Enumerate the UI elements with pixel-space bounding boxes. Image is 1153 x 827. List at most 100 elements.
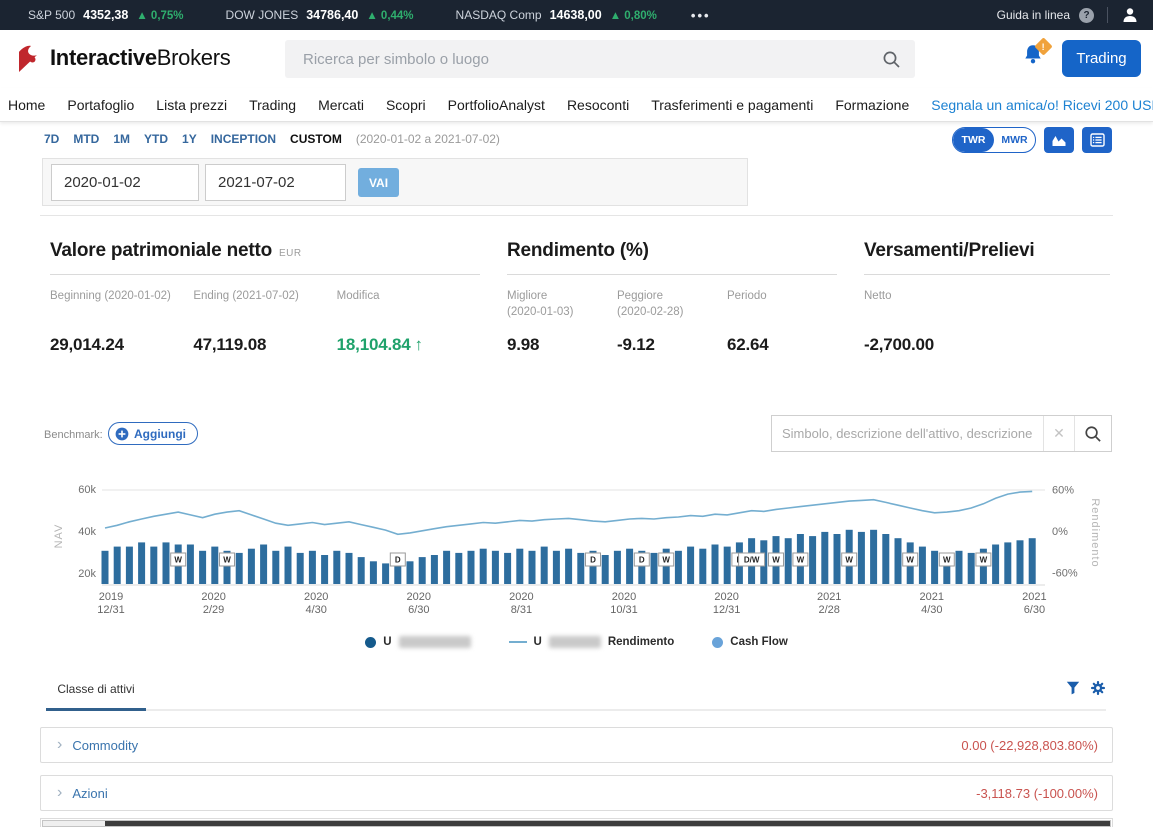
nav-bar bbox=[211, 547, 218, 584]
user-icon[interactable] bbox=[1121, 6, 1139, 24]
period-range-note: (2020-01-02 a 2021-07-02) bbox=[356, 132, 500, 146]
period-preset-7d[interactable]: 7D bbox=[44, 132, 59, 146]
summary-panel-valore-patrimoniale-netto: Valore patrimoniale nettoEURBeginning (2… bbox=[50, 240, 480, 355]
nav-item-home[interactable]: Home bbox=[8, 97, 45, 113]
nav-item-trasferimenti-e-pagamenti[interactable]: Trasferimenti e pagamenti bbox=[651, 97, 813, 113]
scrollbar-thumb[interactable] bbox=[105, 821, 1110, 826]
nav-item-scopri[interactable]: Scopri bbox=[386, 97, 426, 113]
nav-bar bbox=[870, 530, 877, 584]
period-custom-active[interactable]: CUSTOM bbox=[290, 132, 342, 146]
filter-icon[interactable] bbox=[1066, 681, 1080, 695]
go-button[interactable]: VAI bbox=[358, 168, 399, 197]
metric-label: Periodo bbox=[727, 289, 837, 321]
chevron-right-icon: › bbox=[57, 785, 62, 801]
ticker-item[interactable]: S&P 5004352,38▲ 0,75% bbox=[28, 8, 184, 22]
nav-bar bbox=[968, 553, 975, 584]
help-icon[interactable]: ? bbox=[1079, 8, 1094, 23]
horizontal-scrollbar[interactable] bbox=[42, 820, 1111, 827]
ticker-item[interactable]: DOW JONES34786,40▲ 0,44% bbox=[226, 8, 414, 22]
toggle-mwr[interactable]: MWR bbox=[994, 128, 1035, 152]
notifications-button[interactable]: ! bbox=[1022, 43, 1058, 75]
nav-bar bbox=[882, 534, 889, 584]
legend-item-cashflow[interactable]: Cash Flow bbox=[712, 636, 788, 648]
nav-bar bbox=[260, 545, 267, 585]
nav-item-lista-prezzi[interactable]: Lista prezzi bbox=[156, 97, 227, 113]
help-link[interactable]: Guida in linea bbox=[997, 8, 1070, 22]
benchmark-search-button[interactable] bbox=[1074, 416, 1111, 451]
row-label[interactable]: Commodity bbox=[72, 738, 138, 753]
table-view-button[interactable] bbox=[1082, 127, 1112, 153]
ticker-value: 14638,00 bbox=[550, 8, 602, 22]
gear-icon[interactable] bbox=[1090, 680, 1106, 696]
benchmark-search: ✕ bbox=[771, 415, 1112, 452]
nav-bar bbox=[419, 557, 426, 584]
nav-bar bbox=[285, 547, 292, 584]
end-date-input[interactable] bbox=[205, 164, 346, 201]
x-axis-label-date: 8/31 bbox=[511, 604, 532, 616]
nav-bar bbox=[675, 551, 682, 584]
nav-bar bbox=[724, 547, 731, 584]
legend-item-rendimento[interactable]: URendimento bbox=[509, 636, 675, 648]
metric-migliore: Migliore(2020-01-03)9.98 bbox=[507, 289, 617, 355]
global-search-input[interactable] bbox=[303, 51, 882, 68]
period-preset-1y[interactable]: 1Y bbox=[182, 132, 197, 146]
metric-value: 62.64 bbox=[727, 335, 837, 355]
period-presets: 7D MTD 1M YTD 1Y INCEPTION bbox=[44, 132, 276, 146]
nav-bar bbox=[1029, 538, 1036, 584]
x-axis-label-date: 6/30 bbox=[1024, 604, 1045, 616]
period-preset-ytd[interactable]: YTD bbox=[144, 132, 168, 146]
x-axis-label-date: 4/30 bbox=[921, 604, 942, 616]
asset-class-row-azioni[interactable]: ›Azioni-3,118.73 (-100.00%) bbox=[40, 775, 1113, 811]
toggle-twr[interactable]: TWR bbox=[953, 128, 994, 152]
ticker-more-button[interactable]: ••• bbox=[691, 8, 711, 23]
cashflow-marker-label: D bbox=[590, 556, 596, 565]
ticker-change: ▲ 0,44% bbox=[366, 10, 413, 22]
area-chart-icon bbox=[1051, 134, 1067, 147]
ticker-list: S&P 5004352,38▲ 0,75% DOW JONES34786,40▲ … bbox=[28, 8, 657, 22]
nav-item-portfolioanalyst[interactable]: PortfolioAnalyst bbox=[448, 97, 545, 113]
period-preset-inception[interactable]: INCEPTION bbox=[211, 132, 276, 146]
nav-bar bbox=[382, 563, 389, 584]
nav-item-trading[interactable]: Trading bbox=[249, 97, 296, 113]
period-preset-1m[interactable]: 1M bbox=[113, 132, 130, 146]
nav-bar bbox=[150, 547, 157, 584]
interactive-brokers-logo[interactable]: InteractiveBrokers bbox=[16, 43, 230, 73]
period-preset-mtd[interactable]: MTD bbox=[73, 132, 99, 146]
chart-view-button[interactable] bbox=[1044, 127, 1074, 153]
panel-divider bbox=[50, 274, 480, 275]
nav-bar bbox=[187, 545, 194, 585]
cashflow-marker-label: W bbox=[174, 556, 182, 565]
tab-classe-di-attivi[interactable]: Classe di attivi bbox=[46, 682, 146, 696]
summary-panels: Valore patrimoniale nettoEURBeginning (2… bbox=[50, 240, 1110, 355]
x-axis-label-year: 2020 bbox=[304, 591, 328, 603]
start-date-input[interactable] bbox=[51, 164, 199, 201]
nav-item-portafoglio[interactable]: Portafoglio bbox=[67, 97, 134, 113]
x-axis-label-date: 12/31 bbox=[97, 604, 125, 616]
view-controls: TWR MWR bbox=[952, 127, 1112, 153]
table-tools bbox=[1066, 680, 1106, 696]
nav-item-resoconti[interactable]: Resoconti bbox=[567, 97, 629, 113]
chart-canvas[interactable]: 60k40k20k60%0%-60%NAVRendimentoWWDDDWDD/… bbox=[40, 476, 1113, 621]
metric-ending-2021-07-02: Ending (2021-07-02)47,119.08 bbox=[193, 289, 336, 355]
nav-bar bbox=[614, 551, 621, 584]
row-label[interactable]: Azioni bbox=[72, 786, 107, 801]
nav-bar bbox=[602, 555, 609, 584]
asset-class-row-commodity[interactable]: ›Commodity0.00 (-22,928,803.80%) bbox=[40, 727, 1113, 763]
add-benchmark-button[interactable]: Aggiungi bbox=[108, 422, 198, 445]
nav-bar bbox=[370, 561, 377, 584]
clear-search-icon[interactable]: ✕ bbox=[1043, 416, 1074, 451]
benchmark-search-input[interactable] bbox=[772, 416, 1043, 451]
x-axis-label-year: 2020 bbox=[509, 591, 533, 603]
chart-legend: U URendimento Cash Flow bbox=[40, 636, 1113, 648]
trading-button[interactable]: Trading bbox=[1062, 40, 1141, 77]
nav-bar bbox=[553, 551, 560, 584]
nav-bar bbox=[407, 561, 414, 584]
nav-item-formazione[interactable]: Formazione bbox=[835, 97, 909, 113]
ticker-item[interactable]: NASDAQ Comp14638,00▲ 0,80% bbox=[456, 8, 657, 22]
legend-item-nav[interactable]: U bbox=[365, 636, 470, 648]
search-icon[interactable] bbox=[882, 50, 901, 69]
nav-item-mercati[interactable]: Mercati bbox=[318, 97, 364, 113]
panel-title-row: Rendimento (%) bbox=[507, 240, 837, 262]
metric-label: Ending (2021-07-02) bbox=[193, 289, 336, 321]
referral-promo-link[interactable]: Segnala un amica/o! Ricevi 200 USD bbox=[931, 97, 1153, 113]
